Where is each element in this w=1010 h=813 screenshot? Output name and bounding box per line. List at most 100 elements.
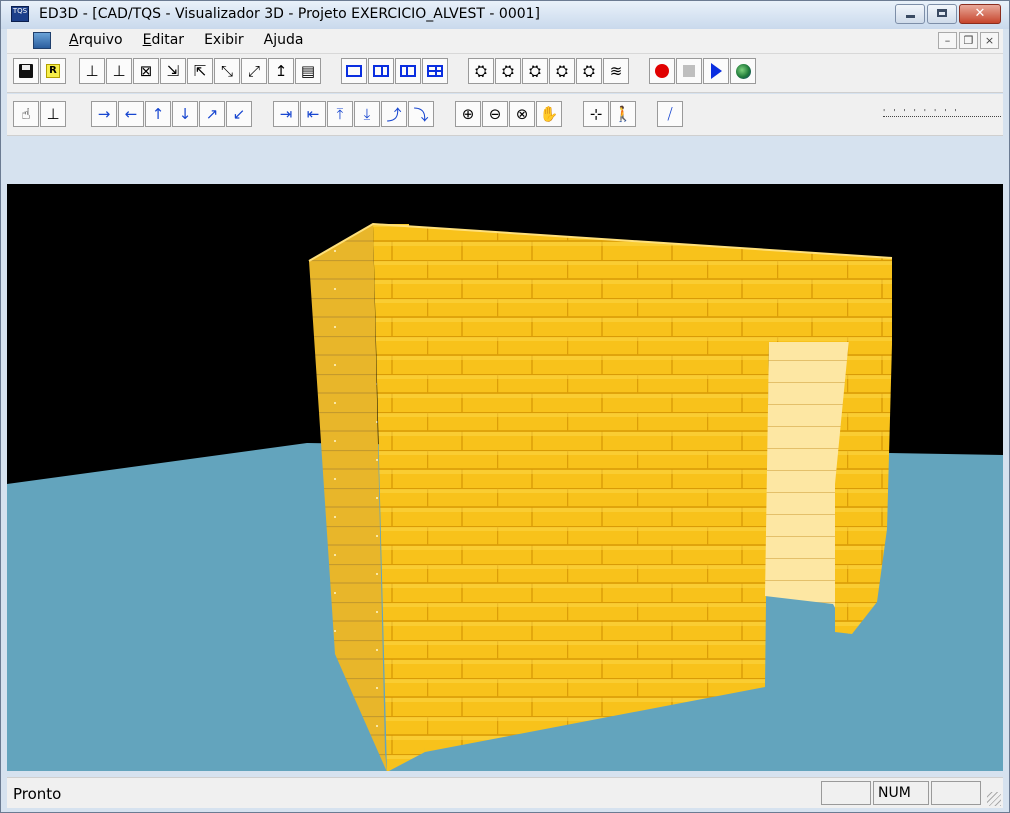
speed-slider[interactable] (883, 114, 1001, 117)
floor-plan-icon: ⛭ (555, 62, 568, 80)
zoom-all-icon: ⊗ (515, 105, 529, 123)
layers-icon: ▤ (300, 62, 316, 80)
zoom-window-icon: ⊕ (461, 105, 475, 123)
render-button[interactable]: R (40, 58, 66, 84)
axes-icon: ↥ (274, 62, 288, 80)
rotate-down-button[interactable]: ⤓ (354, 101, 380, 127)
pan-right-button[interactable]: → (91, 101, 117, 127)
axes-button[interactable]: ↥ (268, 58, 294, 84)
stop-icon (683, 65, 695, 77)
play-icon (710, 63, 722, 79)
plan-xy-icon: ⊠ (139, 62, 153, 80)
3d-viewport[interactable] (7, 184, 1003, 771)
floor-plan-icon: ⛭ (528, 62, 541, 80)
application-window: TQS ED3D - [CAD/TQS - Visualizador 3D - … (0, 0, 1010, 813)
document-icon[interactable] (33, 32, 51, 49)
status-bar: Pronto NUM (7, 777, 1003, 808)
select-button[interactable]: ☝ (13, 101, 39, 127)
elevation-xz-icon: ⊥ (85, 62, 99, 80)
walk-button[interactable]: 🚶 (610, 101, 636, 127)
pan-hand-button[interactable]: ✋ (536, 101, 562, 127)
three-viewports-icon (400, 65, 416, 77)
save-button[interactable] (13, 58, 39, 84)
rotate-left-button[interactable]: ⇤ (300, 101, 326, 127)
pan-left-button[interactable]: ← (118, 101, 144, 127)
floor-colors-button[interactable]: ≋ (603, 58, 629, 84)
three-views-button[interactable] (395, 58, 421, 84)
status-panel-caps (821, 781, 871, 805)
stop-button[interactable] (676, 58, 702, 84)
navigation-toolbar: ☝ ⊥ → ← ↑ ↓ ↗ ↙ ⇥ ⇤ ⤒ ⤓ ⤴ ⤵ ⊕ ⊖ ⊗ ✋ ⊹ 🚶 … (7, 94, 1003, 136)
arrow-down-icon: ↓ (178, 105, 192, 123)
view-xy-button[interactable]: ⊠ (133, 58, 159, 84)
tilt-up-button[interactable]: ⤴ (381, 101, 407, 127)
menu-arquivo[interactable]: Arquivo (67, 32, 125, 48)
mdi-restore-button[interactable]: ❐ (959, 32, 978, 49)
view-yz-button[interactable]: ⊥ (106, 58, 132, 84)
zoom-out-icon: ⊖ (488, 105, 502, 123)
tilt-up-icon: ⤴ (386, 105, 402, 124)
layers-button[interactable]: ▤ (295, 58, 321, 84)
floppy-disk-icon (19, 64, 33, 78)
rotate-up-button[interactable]: ⤒ (327, 101, 353, 127)
view-a-button[interactable]: ⇲ (160, 58, 186, 84)
four-viewports-icon (427, 65, 443, 77)
hand-select-icon: ☝ (21, 105, 31, 123)
resize-grip[interactable] (987, 792, 1001, 806)
globe-button[interactable] (730, 58, 756, 84)
four-views-button[interactable] (422, 58, 448, 84)
building-button[interactable]: ⊥ (40, 101, 66, 127)
colored-layers-icon: ≋ (609, 62, 623, 80)
tilt-down-button[interactable]: ⤵ (408, 101, 434, 127)
mdi-close-button[interactable]: × (980, 32, 999, 49)
title-bar[interactable]: TQS ED3D - [CAD/TQS - Visualizador 3D - … (1, 1, 1009, 29)
arrow-left-icon: ← (124, 105, 138, 123)
two-vertical-views-button[interactable] (368, 58, 394, 84)
pan-up-button[interactable]: ↑ (145, 101, 171, 127)
rotate-right-button[interactable]: ⇥ (273, 101, 299, 127)
rotate-up-icon: ⤒ (336, 105, 344, 123)
move-in-button[interactable]: ↗ (199, 101, 225, 127)
building-icon: ⊥ (46, 105, 60, 123)
floor-4-button[interactable]: ⛭ (549, 58, 575, 84)
menu-ajuda[interactable]: Ajuda (262, 32, 306, 48)
floor-1-button[interactable]: ⛭ (468, 58, 494, 84)
floor-plan-icon: ⛭ (474, 62, 487, 80)
floor-2-button[interactable]: ⛭ (495, 58, 521, 84)
window-title: ED3D - [CAD/TQS - Visualizador 3D - Proj… (39, 6, 540, 22)
section-plane-button[interactable]: ⧸ (657, 101, 683, 127)
floor-5-button[interactable]: ⛭ (576, 58, 602, 84)
tilt-down-icon: ⤵ (413, 105, 429, 124)
section-plane-icon: ⧸ (667, 105, 673, 123)
two-viewports-icon (373, 65, 389, 77)
pan-down-button[interactable]: ↓ (172, 101, 198, 127)
minimize-button[interactable] (895, 4, 925, 24)
diagonal-in-icon: ↗ (205, 105, 219, 123)
menu-editar[interactable]: Editar (141, 32, 186, 48)
zoom-all-button[interactable]: ⊗ (509, 101, 535, 127)
orbit-button[interactable]: ⊹ (583, 101, 609, 127)
view-b-button[interactable]: ⇱ (187, 58, 213, 84)
close-button[interactable] (959, 4, 1001, 24)
diagonal-out-icon: ↙ (232, 105, 246, 123)
menu-exibir[interactable]: Exibir (202, 32, 246, 48)
pan-hand-icon: ✋ (539, 105, 559, 123)
maximize-button[interactable] (927, 4, 957, 24)
globe-icon (735, 63, 751, 79)
main-toolbar: R ⊥ ⊥ ⊠ ⇲ ⇱ ⤡ ⤢ ↥ ▤ ⛭ ⛭ ⛭ ⛭ ⛭ ≋ (7, 54, 1003, 93)
zoom-out-button[interactable]: ⊖ (482, 101, 508, 127)
single-viewport-icon (346, 65, 362, 77)
arrow-up-icon: ↑ (151, 105, 165, 123)
3d-scene (7, 222, 1003, 771)
move-out-button[interactable]: ↙ (226, 101, 252, 127)
zoom-window-button[interactable]: ⊕ (455, 101, 481, 127)
single-view-button[interactable] (341, 58, 367, 84)
floor-plan-icon: ⛭ (501, 62, 514, 80)
view-xz-button[interactable]: ⊥ (79, 58, 105, 84)
record-button[interactable] (649, 58, 675, 84)
floor-3-button[interactable]: ⛭ (522, 58, 548, 84)
view-d-button[interactable]: ⤢ (241, 58, 267, 84)
play-button[interactable] (703, 58, 729, 84)
mdi-minimize-button[interactable]: – (938, 32, 957, 49)
view-c-button[interactable]: ⤡ (214, 58, 240, 84)
